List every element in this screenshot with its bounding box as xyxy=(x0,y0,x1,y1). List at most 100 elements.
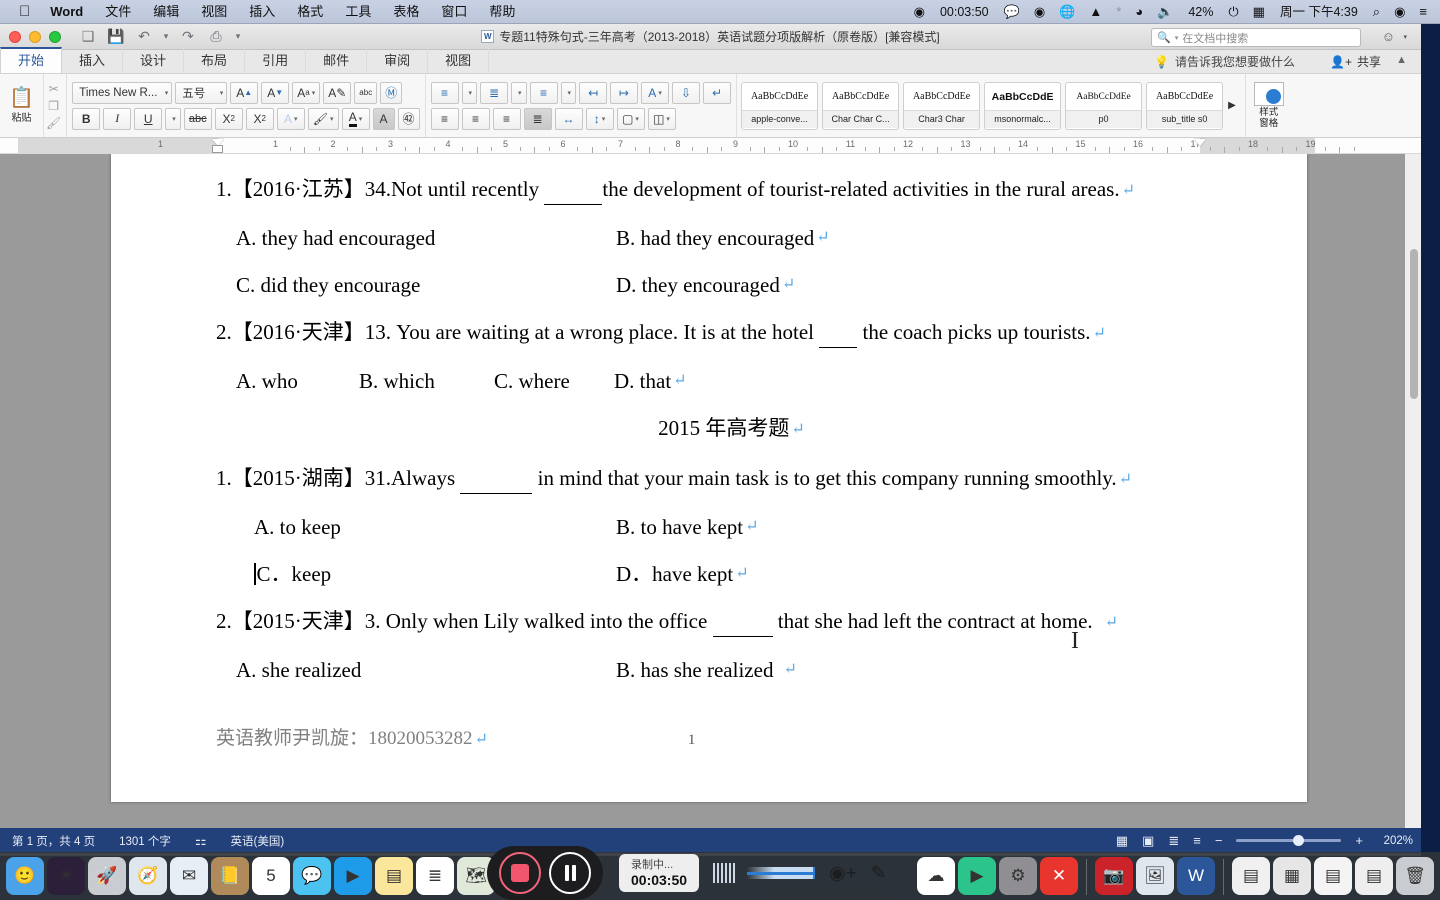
battery-percent[interactable]: 42% xyxy=(1180,0,1221,24)
menu-view[interactable]: 视图 xyxy=(190,0,238,24)
align-justify-icon[interactable]: ≣ xyxy=(523,107,552,130)
tab-design[interactable]: 设计 xyxy=(123,49,185,73)
font-size-combo[interactable]: 五号 ▾ xyxy=(175,81,228,104)
proofing-icon[interactable]: ⚏ xyxy=(183,833,219,849)
tab-review[interactable]: 审阅 xyxy=(367,49,429,73)
save-icon[interactable]: 💾 xyxy=(103,26,129,48)
redo-icon[interactable]: ↷ xyxy=(175,26,201,48)
dock-item-trash[interactable]: 🗑 xyxy=(1396,857,1434,895)
numbered-list-icon[interactable]: ≣ xyxy=(480,81,509,104)
menu-edit[interactable]: 编辑 xyxy=(142,0,190,24)
document-search-box[interactable]: 🔍 ▾ 在文档中搜索 xyxy=(1151,28,1361,47)
dock-item-reminders[interactable]: ≣ xyxy=(416,857,454,895)
menu-table[interactable]: 表格 xyxy=(382,0,430,24)
vertical-scrollbar[interactable] xyxy=(1410,249,1418,399)
tab-layout[interactable]: 布局 xyxy=(184,49,246,73)
dock-item-safari[interactable]: 🧭 xyxy=(129,857,167,895)
document-canvas[interactable]: 1.【2016·江苏】34.Not until recently the dev… xyxy=(0,154,1421,828)
paste-group[interactable]: 📋 粘贴 xyxy=(0,74,44,137)
sort-icon[interactable]: ⇩ xyxy=(672,81,701,104)
style-char3-char[interactable]: AaBbCcDdEe Char3 Char xyxy=(903,81,981,130)
menu-window[interactable]: 窗口 xyxy=(430,0,478,24)
menu-format[interactable]: 格式 xyxy=(286,0,334,24)
underline-dropdown-icon[interactable]: ▾ xyxy=(165,107,181,130)
character-border-icon[interactable]: Ⓜ xyxy=(380,81,403,104)
feedback-smiley-icon[interactable]: ☺ xyxy=(1382,29,1395,44)
show-marks-icon[interactable]: ↵ xyxy=(703,81,732,104)
dock-item-calendar[interactable]: 5 xyxy=(252,857,290,895)
tab-insert[interactable]: 插入 xyxy=(62,49,124,73)
minimize-window-button[interactable] xyxy=(29,30,41,43)
dock-item-mail[interactable]: ✉ xyxy=(170,857,208,895)
format-painter-icon[interactable]: 🖌 xyxy=(46,116,61,130)
strikethrough-button[interactable]: abc xyxy=(183,107,212,130)
zoom-slider-handle[interactable] xyxy=(1293,835,1305,846)
borders-icon[interactable]: ◫ ▾ xyxy=(647,107,676,130)
annotate-pen-icon[interactable]: ✎ xyxy=(871,862,887,885)
volume-icon[interactable]: 🔈 xyxy=(1150,0,1180,24)
style-sub-title-s0[interactable]: AaBbCcDdEe sub_title s0 xyxy=(1146,81,1224,130)
document-page[interactable]: 1.【2016·江苏】34.Not until recently the dev… xyxy=(111,154,1307,802)
enclose-character-icon[interactable]: ㊷ xyxy=(397,107,420,130)
dock-item-window-doc-2[interactable]: ▦ xyxy=(1273,857,1311,895)
subscript-button[interactable]: X2 xyxy=(214,107,243,130)
dock-item-tencent-video[interactable]: ▶ xyxy=(958,857,996,895)
increase-indent-icon[interactable]: ↦ xyxy=(610,81,639,104)
right-indent-marker[interactable] xyxy=(1194,139,1206,146)
clear-formatting-icon[interactable]: A✎ xyxy=(323,81,352,104)
zoom-out-button[interactable]: − xyxy=(1215,833,1223,848)
globe-icon[interactable]: 🌐 xyxy=(1052,0,1082,24)
language-indicator[interactable]: 英语(美国) xyxy=(219,833,297,849)
apple-menu-icon[interactable]:  xyxy=(10,1,39,23)
numbered-list-dropdown-icon[interactable]: ▾ xyxy=(511,81,527,104)
zoom-level[interactable]: 202% xyxy=(1377,835,1413,847)
menu-insert[interactable]: 插入 xyxy=(238,0,286,24)
cut-scissors-icon[interactable]: ✂ xyxy=(49,82,59,96)
styles-more-icon[interactable]: ▶ xyxy=(1223,100,1241,111)
dock-item-system-preferences[interactable]: ⚙ xyxy=(999,857,1037,895)
wechat-icon[interactable]: 💬 xyxy=(997,0,1027,24)
left-indent-marker[interactable] xyxy=(212,145,223,153)
dock-item-screen-recorder[interactable]: 📷 xyxy=(1095,857,1133,895)
dropbox-icon[interactable]: ▲ xyxy=(1082,0,1109,24)
menu-help[interactable]: 帮助 xyxy=(478,0,526,24)
record-timer-icon[interactable]: ◉ xyxy=(907,0,932,24)
close-window-button[interactable] xyxy=(9,30,21,43)
font-color-icon[interactable]: A ▾ xyxy=(341,107,370,130)
styles-pane-button[interactable]: 样式 窗格 xyxy=(1246,74,1292,137)
font-name-combo[interactable]: Times New R... ▾ xyxy=(72,81,173,104)
spotlight-search-icon[interactable]: ⌕ xyxy=(1366,0,1387,24)
dock-item-window-doc-1[interactable]: ▤ xyxy=(1232,857,1270,895)
distribute-icon[interactable]: ↔ xyxy=(554,107,583,130)
align-right-icon[interactable]: ≡ xyxy=(492,107,521,130)
bluetooth-icon[interactable]: * xyxy=(1109,0,1128,24)
dock-item-finder[interactable]: 🙂 xyxy=(6,857,44,895)
style-char-char-c[interactable]: AaBbCcDdEe Char Char C... xyxy=(822,81,900,130)
grow-font-icon[interactable]: A ▲ xyxy=(230,81,259,104)
style-p0[interactable]: AaBbCcDdEe p0 xyxy=(1065,81,1143,130)
decrease-indent-icon[interactable]: ↤ xyxy=(579,81,608,104)
add-camera-icon[interactable]: ◉+ xyxy=(829,862,857,885)
menu-app-word[interactable]: Word xyxy=(39,0,94,24)
superscript-button[interactable]: X2 xyxy=(245,107,274,130)
share-button[interactable]: 👤+ 共享 xyxy=(1330,53,1381,70)
dock-item-notes[interactable]: ▤ xyxy=(375,857,413,895)
new-doc-icon[interactable]: ❑ xyxy=(75,26,101,48)
copy-icon[interactable]: ❐ xyxy=(48,99,59,113)
customize-qat-icon[interactable]: ▾ xyxy=(231,26,245,48)
battery-charging-icon[interactable]: ⏻ xyxy=(1221,0,1245,24)
input-source-icon[interactable]: ▦ xyxy=(1246,0,1272,24)
tab-references[interactable]: 引用 xyxy=(245,49,307,73)
multilevel-list-icon[interactable]: ≡ xyxy=(529,81,558,104)
tell-me-box[interactable]: 💡 请告诉我您想要做什么 xyxy=(1154,53,1295,70)
text-effects-icon[interactable]: A ▾ xyxy=(276,107,305,130)
dock-item-preview[interactable]: 🖼 xyxy=(1136,857,1174,895)
line-spacing-icon[interactable]: ↕ ▾ xyxy=(585,107,614,130)
print-icon[interactable]: ⎙ xyxy=(203,26,229,48)
siri-icon[interactable]: ◉ xyxy=(1387,0,1412,24)
dock-item-window-doc-4[interactable]: ▤ xyxy=(1355,857,1393,895)
character-shading-icon[interactable]: A xyxy=(372,107,395,130)
bullet-list-dropdown-icon[interactable]: ▾ xyxy=(461,81,478,104)
zoom-slider[interactable] xyxy=(1236,835,1342,846)
dock-item-launchpad[interactable]: 🚀 xyxy=(88,857,126,895)
